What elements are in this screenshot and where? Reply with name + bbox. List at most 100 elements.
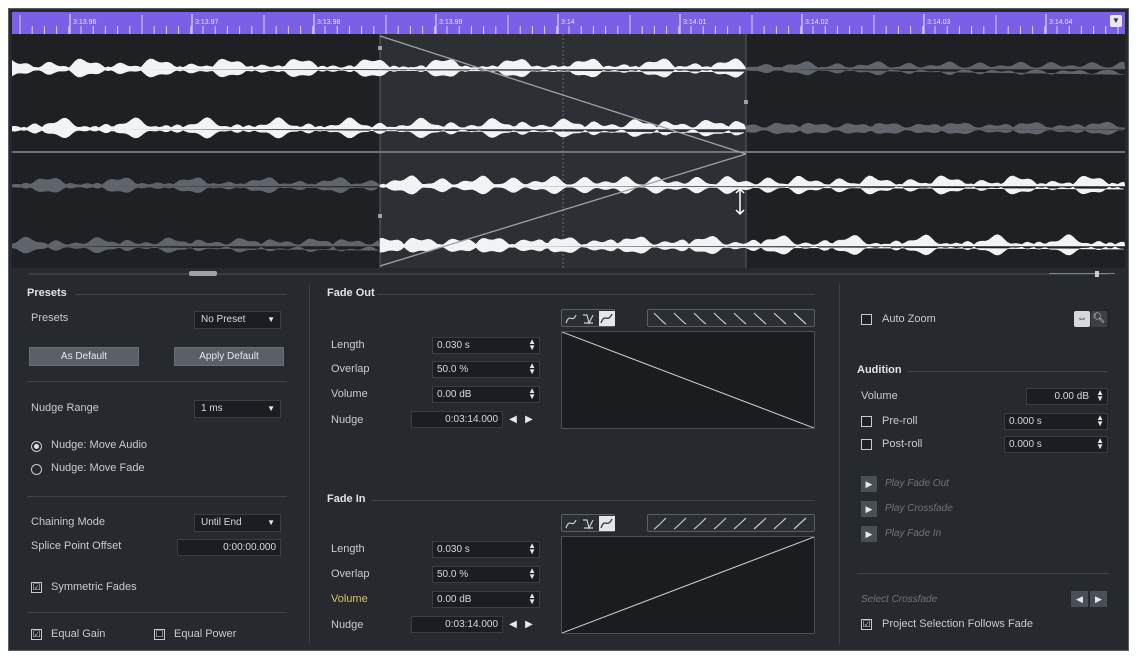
curve-handle[interactable] xyxy=(744,100,748,104)
nudge-move-audio-label[interactable]: Nudge: Move Audio xyxy=(51,439,147,451)
curve-preset-icon[interactable] xyxy=(733,517,747,530)
project-selection-follows-fade-label[interactable]: Project Selection Follows Fade xyxy=(882,618,1033,630)
equal-gain-label[interactable]: Equal Gain xyxy=(51,628,105,640)
presets-label: Presets xyxy=(31,312,69,324)
splice-point-offset-field[interactable]: 0:00:00.000 xyxy=(177,539,281,556)
curve-preset-icon[interactable] xyxy=(693,517,707,530)
apply-default-button[interactable]: Apply Default xyxy=(174,347,284,366)
waveform-display[interactable] xyxy=(12,34,1125,268)
nudge-range-dropdown[interactable]: 1 ms ▼ xyxy=(194,400,281,418)
equal-gain-checkbox[interactable]: ☑ xyxy=(31,629,42,640)
fade-in-curve-presets[interactable] xyxy=(647,514,815,532)
project-selection-follows-fade-checkbox[interactable]: ☑ xyxy=(861,619,872,630)
fade-out-length-label: Length xyxy=(331,339,365,351)
symmetric-fades-label[interactable]: Symmetric Fades xyxy=(51,581,137,593)
fade-in-curve-graph[interactable] xyxy=(561,536,815,634)
curve-preset-icon[interactable] xyxy=(673,312,687,325)
nudge-move-fade-radio[interactable] xyxy=(31,464,42,475)
fade-out-curve-graph[interactable] xyxy=(561,331,815,429)
curve-preset-icon[interactable] xyxy=(753,517,767,530)
fade-out-title: Fade Out xyxy=(327,287,375,299)
zoom-slider-knob[interactable] xyxy=(1095,271,1099,277)
fade-out-overlap-field[interactable]: 50.0 % ▲ ▼ xyxy=(432,361,540,378)
pre-roll-field[interactable]: 0.000 s ▲ ▼ xyxy=(1004,413,1108,430)
play-fade-in-button[interactable]: ▶ xyxy=(861,526,877,542)
fade-out-volume-value: 0.00 dB xyxy=(437,389,472,400)
curve-preset-icon[interactable] xyxy=(793,517,807,530)
curve-preset-icon[interactable] xyxy=(753,312,767,325)
as-default-button[interactable]: As Default xyxy=(29,347,139,366)
audition-volume-field[interactable]: 0.00 dB ▲ ▼ xyxy=(1026,388,1108,405)
waveform-fadeout-ch2 xyxy=(12,117,747,139)
spin-arrows-icon[interactable]: ▲ ▼ xyxy=(528,387,536,401)
play-crossfade-button[interactable]: ▶ xyxy=(861,501,877,517)
fade-out-nudge-field[interactable]: 0:03:14.000 xyxy=(411,411,503,428)
zoom-fit-icon[interactable]: ⇔ xyxy=(1074,311,1090,327)
spin-arrows-icon[interactable]: ▲ ▼ xyxy=(528,362,536,376)
chevron-down-icon[interactable]: ▼ xyxy=(1110,15,1122,27)
spin-arrows-icon[interactable]: ▲ ▼ xyxy=(528,592,536,606)
zoom-slider[interactable] xyxy=(1049,271,1115,277)
nudge-move-fade-label[interactable]: Nudge: Move Fade xyxy=(51,462,145,474)
curve-preset-icon[interactable] xyxy=(713,312,727,325)
spin-arrows-icon[interactable]: ▲ ▼ xyxy=(528,567,536,581)
spin-arrows-icon[interactable]: ▲ ▼ xyxy=(1096,389,1104,403)
chaining-mode-dropdown[interactable]: Until End ▼ xyxy=(194,514,281,532)
curve-preset-icon[interactable] xyxy=(773,312,787,325)
auto-zoom-label[interactable]: Auto Zoom xyxy=(882,313,936,325)
divider xyxy=(27,496,287,497)
fade-in-nudge-field[interactable]: 0:03:14.000 xyxy=(411,616,503,633)
nudge-left-icon[interactable]: ◀ xyxy=(506,618,520,632)
symmetric-fades-checkbox[interactable]: ☑ xyxy=(31,582,42,593)
spin-arrows-icon[interactable]: ▲ ▼ xyxy=(1096,437,1104,451)
pre-roll-checkbox[interactable] xyxy=(861,416,872,427)
spin-arrows-icon[interactable]: ▲ ▼ xyxy=(1096,414,1104,428)
nudge-right-icon[interactable]: ▶ xyxy=(522,618,536,632)
curve-preset-icon[interactable] xyxy=(733,312,747,325)
curve-preset-icon[interactable] xyxy=(773,517,787,530)
fade-out-volume-field[interactable]: 0.00 dB ▲ ▼ xyxy=(432,386,540,403)
ruler-tick-label: 3:14.03 xyxy=(927,19,951,26)
search-icon[interactable]: 🔍︎ xyxy=(1091,311,1107,327)
pre-roll-label[interactable]: Pre-roll xyxy=(882,415,917,427)
fade-out-curve-type-group[interactable] xyxy=(561,309,615,327)
fade-in-overlap-field[interactable]: 50.0 % ▲ ▼ xyxy=(432,566,540,583)
select-next-icon[interactable]: ▶ xyxy=(1090,591,1107,607)
fade-out-length-field[interactable]: 0.030 s ▲ ▼ xyxy=(432,337,540,354)
curve-preset-icon[interactable] xyxy=(793,312,807,325)
curve-type-icons xyxy=(565,311,615,326)
post-roll-checkbox[interactable] xyxy=(861,439,872,450)
nudge-right-icon[interactable]: ▶ xyxy=(522,413,536,427)
horizontal-scrollbar-thumb[interactable] xyxy=(189,271,217,276)
ruler-tick-label: 3:14.01 xyxy=(683,19,707,26)
crossfade-editor-window: 3:13.96 3:13.97 3:13.98 3:13.99 3:14 3:14.01 3… xyxy=(8,8,1129,651)
curve-preset-icon[interactable] xyxy=(673,517,687,530)
curve-preset-icon[interactable] xyxy=(653,312,667,325)
select-prev-icon[interactable]: ◀ xyxy=(1071,591,1088,607)
nudge-move-audio-radio[interactable] xyxy=(31,441,42,452)
post-roll-label[interactable]: Post-roll xyxy=(882,438,922,450)
fade-in-curve xyxy=(561,536,815,634)
fade-in-curve-type-group[interactable] xyxy=(561,514,615,532)
spin-arrows-icon[interactable]: ▲ ▼ xyxy=(528,338,536,352)
curve-preset-icon[interactable] xyxy=(693,312,707,325)
fade-in-length-field[interactable]: 0.030 s ▲ ▼ xyxy=(432,541,540,558)
timeline-ruler[interactable]: 3:13.96 3:13.97 3:13.98 3:13.99 3:14 3:14.01 3… xyxy=(12,12,1125,34)
waveform-fadeout-ch1-tail xyxy=(745,61,1125,76)
fade-out-curve-presets[interactable] xyxy=(647,309,815,327)
curve-handle[interactable] xyxy=(378,214,382,218)
curve-preset-icon[interactable] xyxy=(713,517,727,530)
chevron-down-icon: ▼ xyxy=(267,315,275,324)
auto-zoom-checkbox[interactable] xyxy=(861,314,872,325)
spin-arrows-icon[interactable]: ▲ ▼ xyxy=(528,542,536,556)
curve-preset-icon[interactable] xyxy=(653,517,667,530)
fade-in-volume-field[interactable]: 0.00 dB ▲ ▼ xyxy=(432,591,540,608)
nudge-left-icon[interactable]: ◀ xyxy=(506,413,520,427)
equal-power-checkbox[interactable]: ☐ xyxy=(154,629,165,640)
play-fade-out-button[interactable]: ▶ xyxy=(861,476,877,492)
curve-handle[interactable] xyxy=(378,46,382,50)
ruler-tick-label: 3:13.99 xyxy=(439,19,463,26)
presets-dropdown[interactable]: No Preset ▼ xyxy=(194,311,281,329)
post-roll-field[interactable]: 0.000 s ▲ ▼ xyxy=(1004,436,1108,453)
equal-power-label[interactable]: Equal Power xyxy=(174,628,236,640)
